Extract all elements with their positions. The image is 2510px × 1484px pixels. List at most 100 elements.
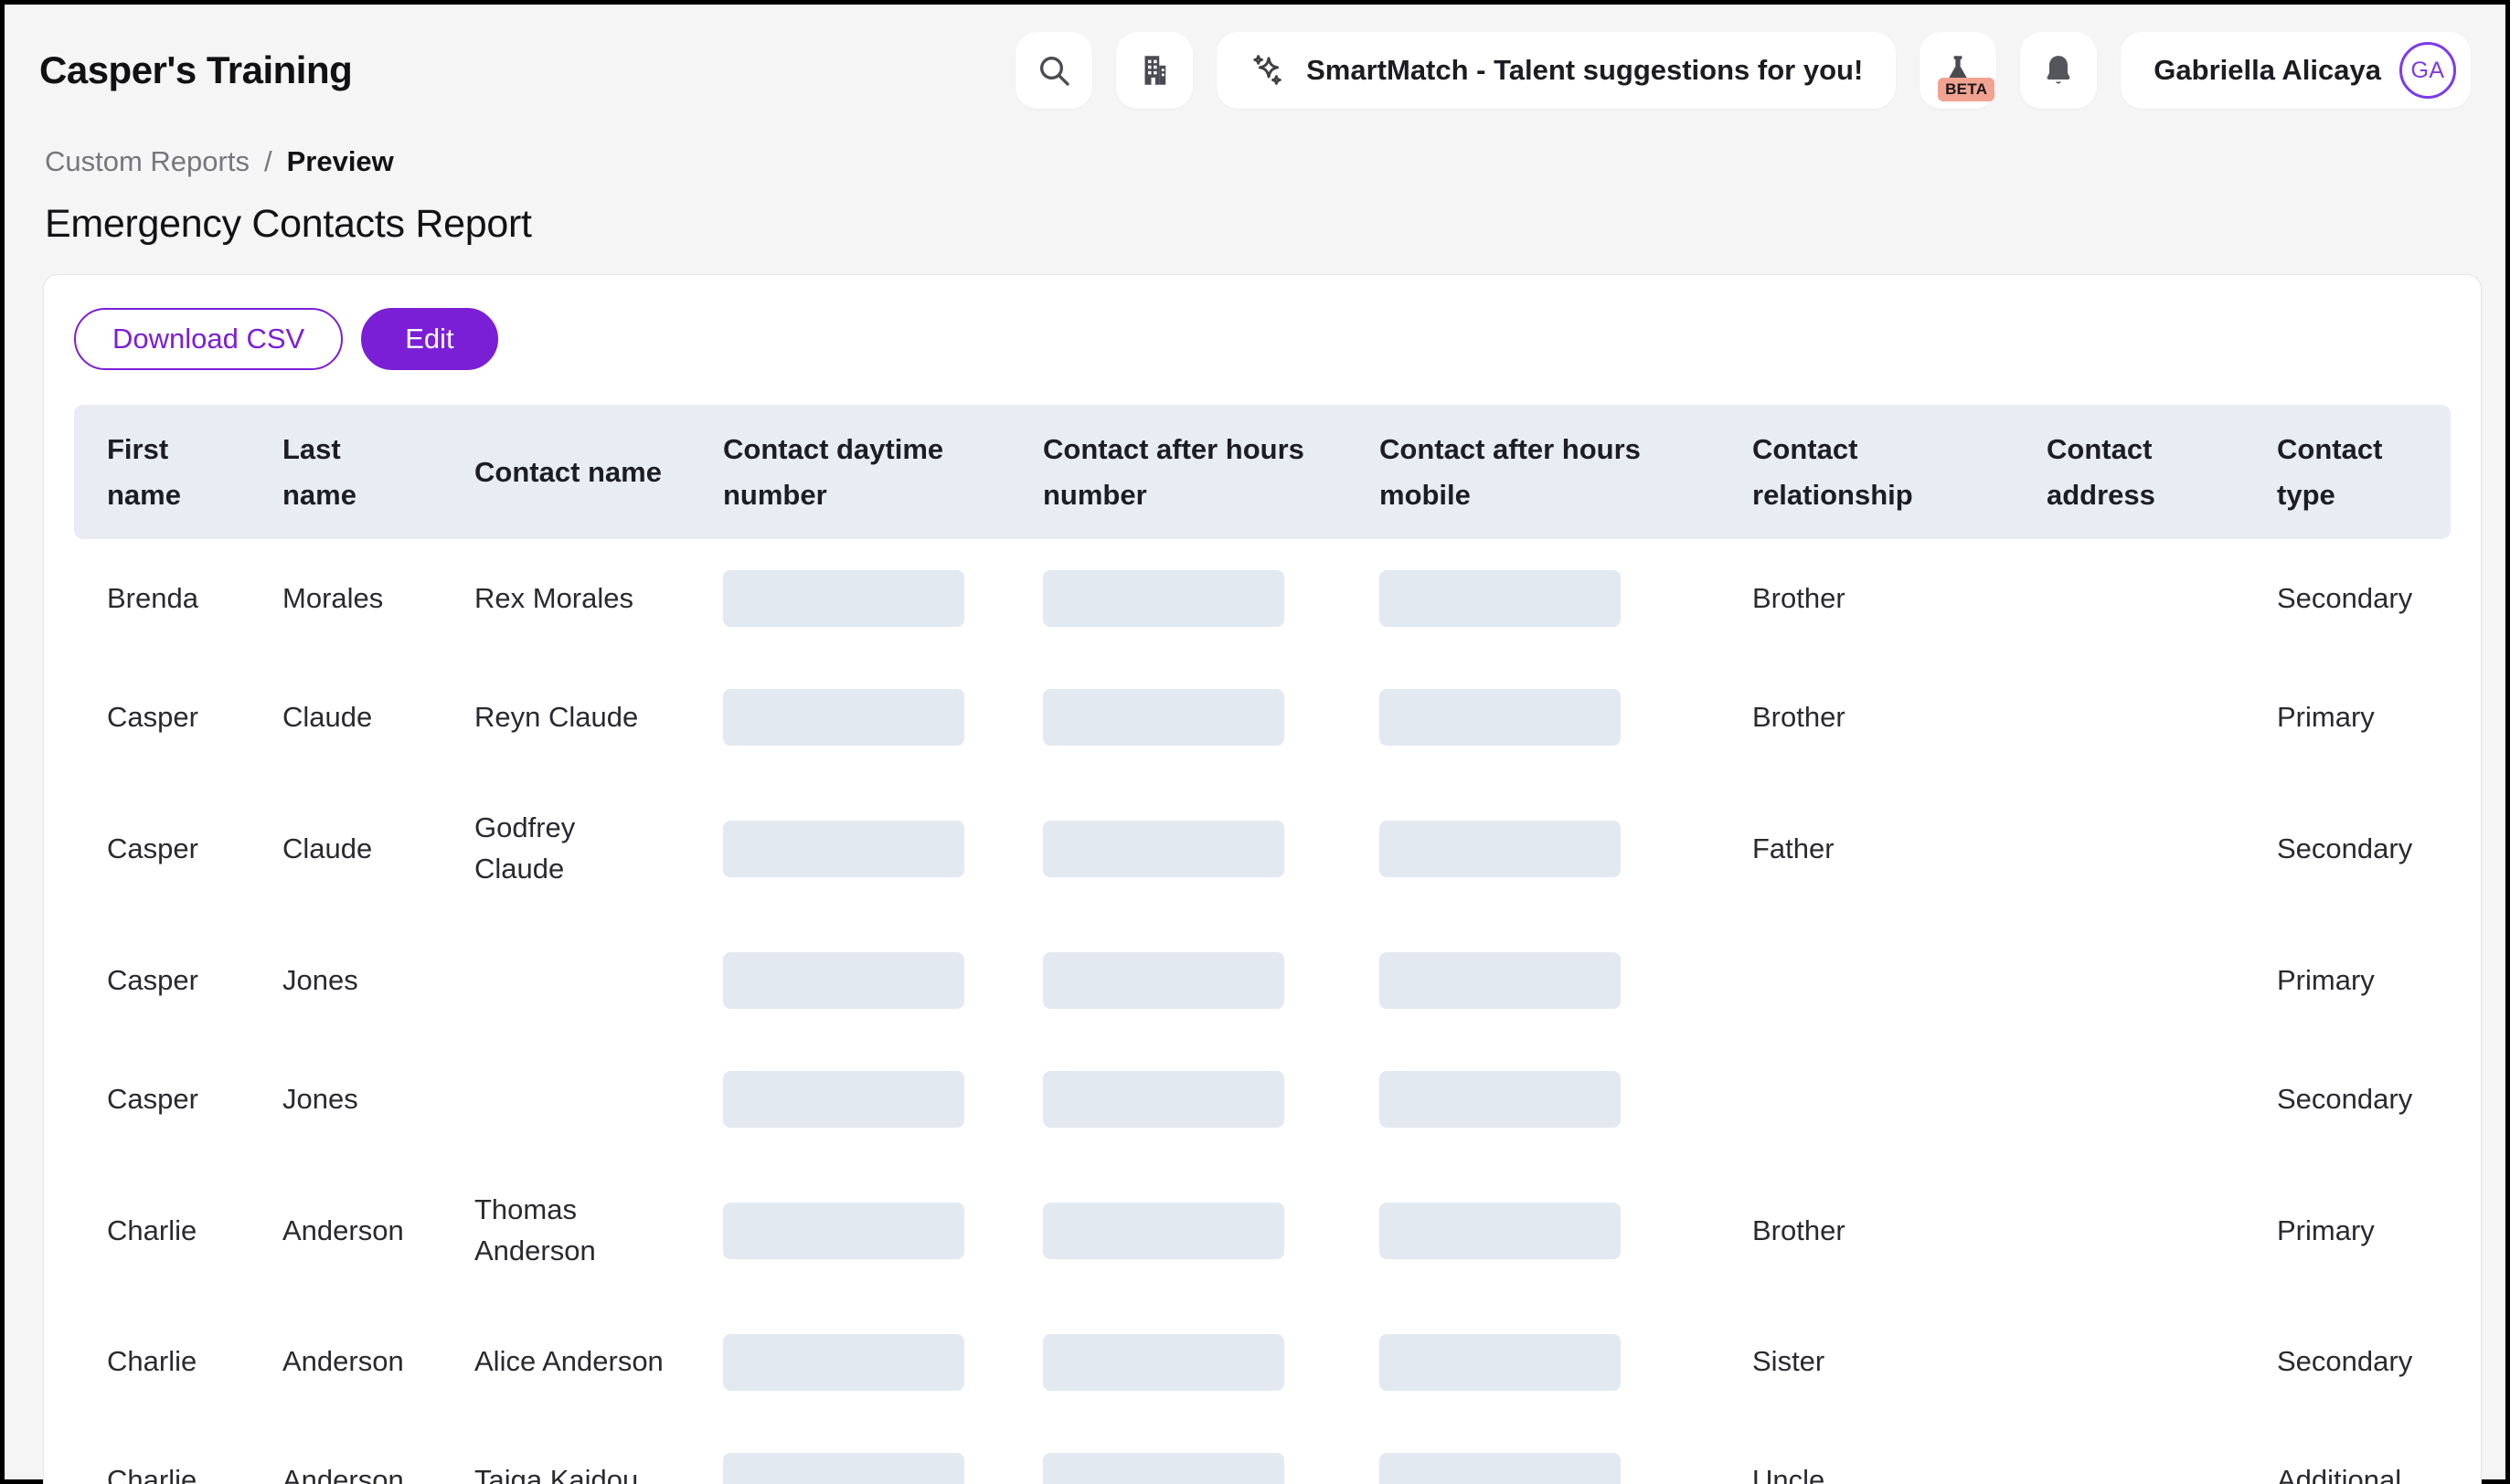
cell-last-name: Anderson <box>250 1460 441 1484</box>
cell-first-name: Charlie <box>74 1211 250 1252</box>
cell-contact-after-hours-mobile <box>1346 1453 1719 1484</box>
organisation-button[interactable] <box>1116 32 1193 109</box>
cell-contact-after-hours-mobile <box>1346 952 1719 1009</box>
masked-value <box>723 1203 964 1259</box>
cell-contact-type: Primary <box>2244 697 2451 738</box>
cell-contact-daytime-number <box>690 570 1010 627</box>
cell-contact-daytime-number <box>690 1071 1010 1128</box>
table-row: BrendaMoralesRex MoralesBrotherSecondary <box>74 539 2451 658</box>
column-header-contact-after-hours-number: Contact after hours number <box>1010 427 1346 517</box>
masked-value <box>1379 1071 1621 1128</box>
cell-contact-name: Reyn Claude <box>441 697 666 738</box>
cell-contact-type: Additional <box>2244 1460 2451 1484</box>
table-row: CharlieAndersonAlice AndersonSisterSecon… <box>74 1303 2451 1422</box>
masked-value <box>1379 570 1621 627</box>
cell-contact-daytime-number <box>690 1453 1010 1484</box>
column-header-last-name: Last name <box>250 427 441 517</box>
cell-first-name: Casper <box>74 1079 250 1120</box>
cell-contact-name: Alice Anderson <box>441 1341 666 1383</box>
cell-contact-after-hours-mobile <box>1346 1334 1719 1391</box>
org-title: Casper's Training <box>39 48 352 92</box>
bell-icon <box>2040 52 2077 89</box>
download-csv-button[interactable]: Download CSV <box>74 308 343 370</box>
column-header-contact-name: Contact name <box>441 450 690 495</box>
masked-value <box>1379 1453 1621 1484</box>
cell-contact-after-hours-number <box>1010 1203 1346 1259</box>
cell-contact-type: Primary <box>2244 1211 2451 1252</box>
cell-contact-type: Secondary <box>2244 578 2451 620</box>
masked-value <box>723 952 964 1009</box>
cell-last-name: Jones <box>250 1079 441 1120</box>
cell-contact-daytime-number <box>690 821 1010 877</box>
cell-contact-type: Secondary <box>2244 829 2451 870</box>
masked-value <box>723 1334 964 1391</box>
cell-last-name: Morales <box>250 578 441 620</box>
masked-value <box>1379 689 1621 746</box>
cell-contact-daytime-number <box>690 689 1010 746</box>
table-row: CasperJonesSecondary <box>74 1040 2451 1159</box>
table-row: CharlieAndersonTaiga Kaidou Uncle Addition… <box>74 1422 2451 1484</box>
masked-value <box>1379 1203 1621 1259</box>
breadcrumb-custom-reports[interactable]: Custom Reports <box>45 145 250 178</box>
breadcrumb-separator: / <box>264 145 272 178</box>
notifications-button[interactable] <box>2020 32 2097 109</box>
masked-value <box>1043 1453 1284 1484</box>
breadcrumb: Custom Reports / Preview <box>45 145 2505 178</box>
masked-value <box>723 1453 964 1484</box>
cell-first-name: Casper <box>74 697 250 738</box>
cell-contact-after-hours-number <box>1010 952 1346 1009</box>
app-window: { "app": { "title": "Casper's Training" … <box>0 0 2510 1484</box>
cell-contact-after-hours-mobile <box>1346 689 1719 746</box>
edit-button[interactable]: Edit <box>361 308 497 370</box>
masked-value <box>723 689 964 746</box>
labs-button[interactable]: BETA <box>1920 32 1996 109</box>
masked-value <box>723 821 964 877</box>
cell-contact-after-hours-number <box>1010 689 1346 746</box>
search-icon <box>1036 52 1072 89</box>
table-row: CasperClaudeGodfrey ClaudeFatherSecondar… <box>74 777 2451 921</box>
column-header-contact-daytime-number: Contact daytime number <box>690 427 1010 517</box>
table-row: CharlieAndersonThomas AndersonBrotherPri… <box>74 1159 2451 1303</box>
cell-contact-daytime-number <box>690 1334 1010 1391</box>
cell-contact-type: Secondary <box>2244 1341 2451 1383</box>
smartmatch-button[interactable]: SmartMatch - Talent suggestions for you! <box>1217 32 1896 109</box>
column-header-first-name: First name <box>74 427 250 517</box>
user-name: Gabriella Alicaya <box>2154 54 2381 87</box>
building-icon <box>1135 51 1174 90</box>
cell-last-name: Claude <box>250 829 441 870</box>
cell-contact-after-hours-mobile <box>1346 1203 1719 1259</box>
cell-first-name: Charlie <box>74 1460 250 1484</box>
cell-last-name: Claude <box>250 697 441 738</box>
column-header-contact-relationship: Contact relationship <box>1719 427 2014 517</box>
masked-value <box>1043 689 1284 746</box>
masked-value <box>1379 1334 1621 1391</box>
smartmatch-label: SmartMatch - Talent suggestions for you! <box>1306 54 1863 87</box>
beta-badge: BETA <box>1938 78 1994 101</box>
masked-value <box>1043 821 1284 877</box>
search-button[interactable] <box>1016 32 1092 109</box>
masked-value <box>723 1071 964 1128</box>
cell-last-name: Anderson <box>250 1341 441 1383</box>
cell-contact-after-hours-mobile <box>1346 570 1719 627</box>
masked-value <box>1379 952 1621 1009</box>
sparkles-icon <box>1250 51 1288 90</box>
cell-contact-name: Rex Morales <box>441 578 666 620</box>
cell-first-name: Charlie <box>74 1341 250 1383</box>
table-row: CasperClaudeReyn ClaudeBrotherPrimary <box>74 658 2451 777</box>
cell-contact-after-hours-number <box>1010 570 1346 627</box>
top-bar: Casper's Training Smar <box>5 5 2505 109</box>
cell-contact-after-hours-mobile <box>1346 821 1719 877</box>
cell-contact-relationship: Brother <box>1719 578 2014 620</box>
report-toolbar: Download CSV Edit <box>74 308 2451 370</box>
cell-contact-after-hours-mobile <box>1346 1071 1719 1128</box>
cell-contact-relationship: Uncle <box>1719 1460 2014 1484</box>
masked-value <box>1379 821 1621 877</box>
cell-contact-after-hours-number <box>1010 1071 1346 1128</box>
masked-value <box>1043 1071 1284 1128</box>
cell-contact-name: Taiga Kaidou <box>441 1460 666 1484</box>
cell-contact-daytime-number <box>690 952 1010 1009</box>
user-menu-button[interactable]: Gabriella Alicaya GA <box>2121 32 2471 109</box>
cell-last-name: Anderson <box>250 1211 441 1252</box>
cell-contact-after-hours-number <box>1010 1334 1346 1391</box>
cell-contact-name: Godfrey Claude <box>441 808 666 890</box>
